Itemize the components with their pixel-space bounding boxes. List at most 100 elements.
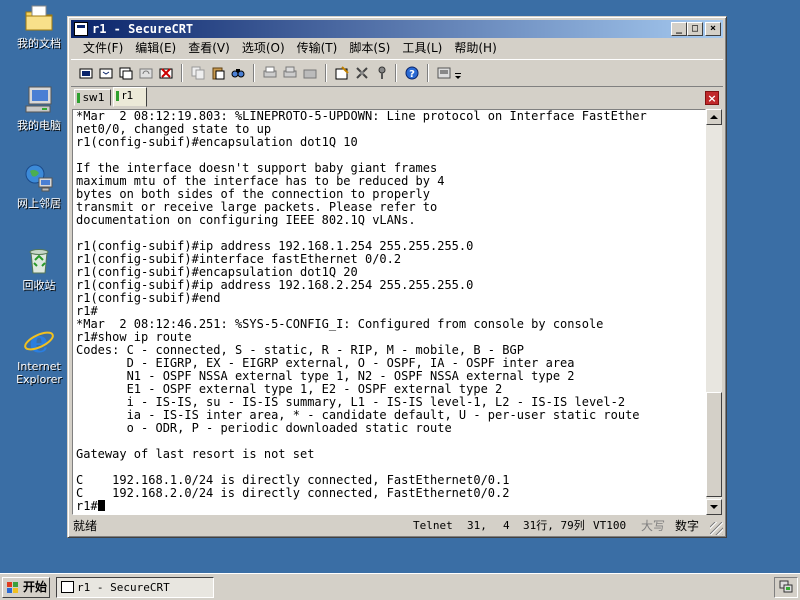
toolbar-global-options-button[interactable] (353, 64, 371, 82)
desktop-icon-my-documents[interactable]: 我的文档 (6, 2, 72, 50)
desktop-icon-my-computer[interactable]: 我的电脑 (6, 84, 72, 132)
print-setup-icon (303, 69, 317, 79)
taskbar-item-label: r1 - SecureCRT (77, 581, 170, 594)
tab-sw1[interactable]: sw1 (74, 89, 111, 106)
windows-flag-icon (7, 582, 18, 593)
global-options-icon (356, 67, 368, 79)
toolbar-connect-tab-button[interactable] (117, 64, 135, 82)
network-status-icon[interactable] (779, 580, 793, 594)
desktop-icon-network-places[interactable]: 网上邻居 (6, 162, 72, 210)
maximize-button[interactable]: □ (687, 22, 703, 36)
scroll-down-button[interactable] (706, 499, 722, 515)
desktop-icon-label: 我的电脑 (17, 119, 61, 132)
tab-r1[interactable]: r1 (113, 87, 147, 107)
toolbar: ? (71, 59, 723, 87)
paste-icon (212, 67, 225, 80)
toolbar-find-button[interactable] (229, 64, 247, 82)
toolbar-print-button[interactable] (261, 64, 279, 82)
tab-label: sw1 (83, 91, 105, 104)
copy-icon (191, 66, 205, 80)
menu-help[interactable]: 帮助(H) (448, 39, 502, 57)
find-icon (231, 69, 245, 78)
reconnect-icon (139, 68, 153, 79)
close-tab-button[interactable]: × (705, 91, 719, 105)
title-bar[interactable]: r1 - SecureCRT _ □ × (71, 20, 723, 38)
resize-grip[interactable] (710, 522, 723, 535)
toolbar-separator (427, 64, 429, 82)
scroll-up-button[interactable] (706, 109, 722, 125)
toolbar-session-options-button[interactable] (333, 64, 351, 82)
desktop-icon-recycle-bin[interactable]: 回收站 (6, 244, 72, 292)
menu-view[interactable]: 查看(V) (182, 39, 236, 57)
arrow-down-icon (710, 505, 718, 509)
toolbar-paste-button[interactable] (209, 64, 227, 82)
status-num: 数字 (675, 519, 700, 533)
toolbar-overflow-button[interactable] (453, 64, 463, 82)
scroll-thumb[interactable] (706, 392, 722, 497)
toolbar-quick-connect-button[interactable] (97, 64, 115, 82)
menu-script[interactable]: 脚本(S) (343, 39, 396, 57)
close-button[interactable]: × (705, 22, 721, 36)
toolbar-separator (181, 64, 183, 82)
status-rowcol: 31行, 79列 (523, 519, 585, 532)
start-button[interactable]: 开始 (2, 577, 50, 598)
securecrt-app-icon (61, 581, 74, 593)
connect-icon (79, 68, 93, 79)
my-computer-icon (23, 84, 55, 116)
desktop-icon-label: 我的文档 (17, 37, 61, 50)
terminal-output: *Mar 2 08:12:19.803: %LINEPROTO-5-UPDOWN… (76, 109, 647, 513)
menu-file[interactable]: 文件(F) (77, 39, 129, 57)
status-row: 31, (467, 519, 487, 532)
menu-bar: 文件(F) 编辑(E) 查看(V) 选项(O) 传输(T) 脚本(S) 工具(L) 帮助(H) (71, 39, 723, 57)
help-icon: ? (405, 66, 419, 80)
toolbar-print-selection-button[interactable] (281, 64, 299, 82)
recycle-bin-icon (23, 244, 55, 276)
quick-connect-icon (99, 68, 113, 79)
toolbar-keymap-button[interactable] (373, 64, 391, 82)
desktop-icon-label: 回收站 (22, 279, 56, 292)
toolbar-separator (395, 64, 397, 82)
desktop-icon-label: Internet Explorer (16, 360, 62, 386)
screen-icon (437, 67, 451, 79)
system-tray (774, 577, 798, 598)
taskbar-item-securecrt[interactable]: r1 - SecureCRT (56, 577, 214, 598)
print-selection-icon (283, 66, 297, 78)
securecrt-window: r1 - SecureCRT _ □ × 文件(F) 编辑(E) 查看(V) 选项(O… (67, 16, 727, 538)
toolbar-connect-button[interactable] (77, 64, 95, 82)
toolbar-separator (325, 64, 327, 82)
internet-explorer-icon: e (23, 325, 55, 360)
desktop-icon-internet-explorer[interactable]: e Internet Explorer (6, 325, 72, 386)
network-places-icon (23, 162, 55, 194)
status-caps: 大写 (641, 519, 666, 533)
terminal-cursor (97, 500, 105, 511)
status-protocol: Telnet (413, 519, 453, 532)
svg-text:?: ? (409, 69, 415, 80)
toolbar-disconnect-button[interactable] (157, 64, 175, 82)
svg-text:e: e (29, 325, 48, 357)
session-status-icon (77, 93, 80, 103)
arrow-up-icon (710, 115, 718, 119)
vertical-scrollbar[interactable] (706, 109, 722, 515)
desktop-icon-label: 网上邻居 (17, 197, 61, 210)
status-ready: 就绪 (73, 519, 98, 533)
minimize-button[interactable]: _ (671, 22, 687, 36)
disconnect-icon (159, 68, 173, 79)
toolbar-reconnect-button[interactable] (137, 64, 155, 82)
session-options-icon (335, 66, 349, 80)
taskbar: 开始 r1 - SecureCRT (0, 573, 800, 600)
menu-transfer[interactable]: 传输(T) (291, 39, 344, 57)
toolbar-help-button[interactable]: ? (403, 64, 421, 82)
status-emulation: VT100 (593, 519, 627, 532)
toolbar-copy-button[interactable] (189, 64, 207, 82)
session-tab-bar: sw1 r1 × (71, 87, 723, 107)
menu-options[interactable]: 选项(O) (236, 39, 291, 57)
toolbar-print-setup-button[interactable] (301, 64, 319, 82)
terminal-area[interactable]: *Mar 2 08:12:19.803: %LINEPROTO-5-UPDOWN… (72, 109, 706, 515)
window-title: r1 - SecureCRT (92, 22, 194, 36)
menu-tools[interactable]: 工具(L) (396, 39, 448, 57)
menu-edit[interactable]: 编辑(E) (129, 39, 182, 57)
toolbar-screen-button[interactable] (435, 64, 453, 82)
connect-tab-icon (119, 67, 133, 80)
toolbar-separator (253, 64, 255, 82)
start-label: 开始 (23, 580, 48, 594)
